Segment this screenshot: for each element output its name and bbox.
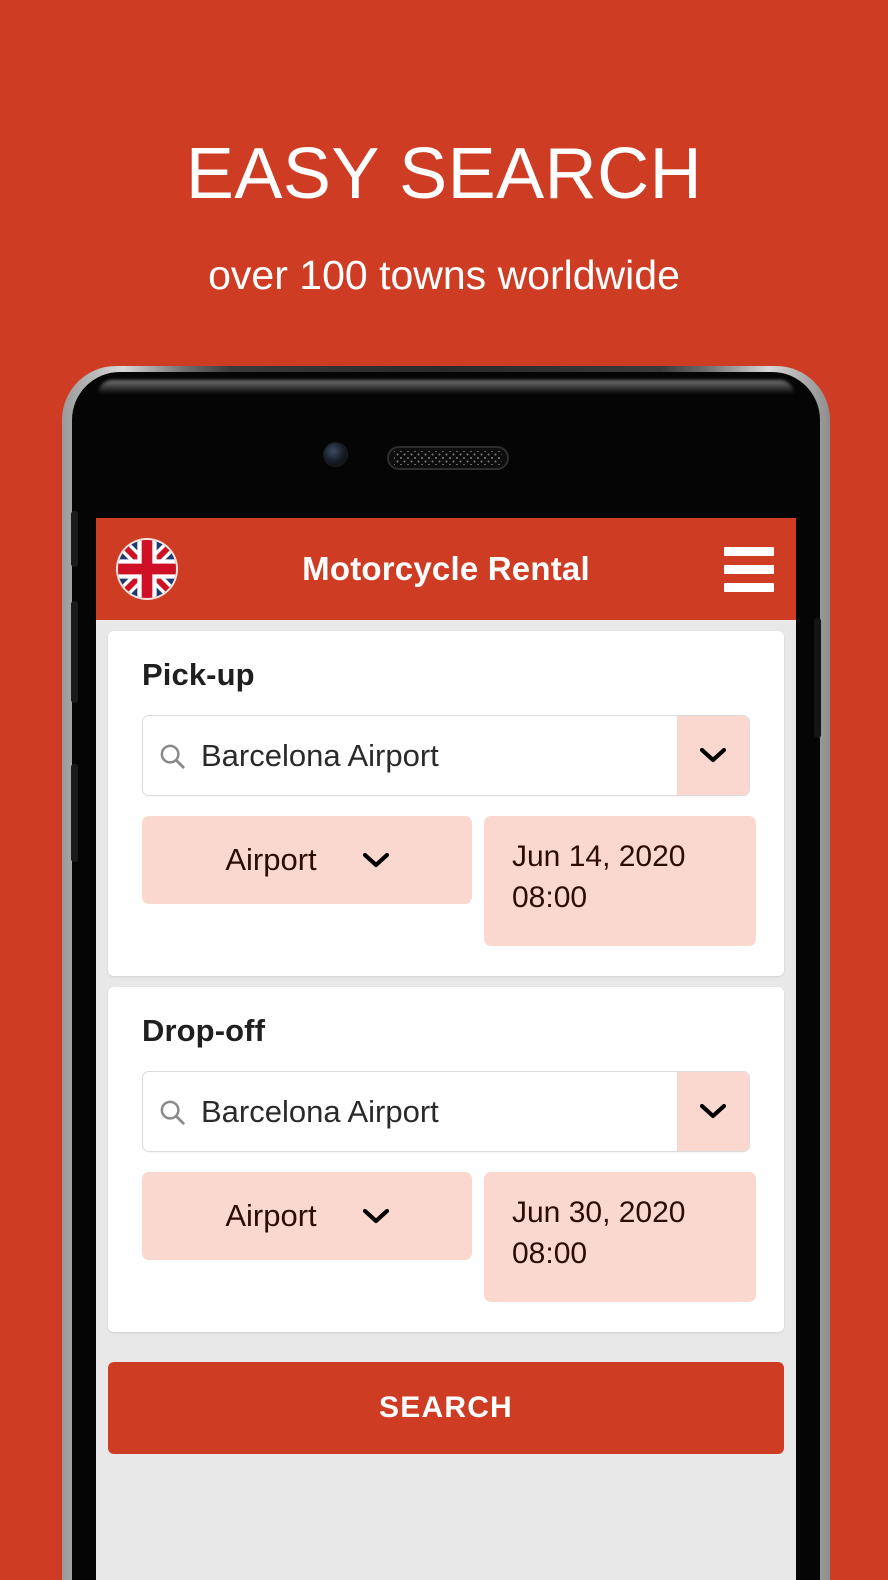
dropoff-type-value: Airport xyxy=(225,1198,317,1233)
hamburger-bar xyxy=(724,582,774,592)
dropoff-datetime-field[interactable]: Jun 30, 2020 08:00 xyxy=(484,1172,756,1302)
dropoff-type-select[interactable]: Airport xyxy=(142,1172,472,1260)
dropoff-time-value: 08:00 xyxy=(512,1236,588,1270)
phone-bezel-gloss xyxy=(98,380,794,394)
app-content: Pick-up Barcelona Airport Airport Jun 14… xyxy=(96,631,796,1454)
phone-mockup: Motorcycle Rental Pick-up Barcelona Airp… xyxy=(62,366,830,1580)
dropoff-title: Drop-off xyxy=(142,1013,266,1048)
pickup-time-value: 08:00 xyxy=(512,880,588,914)
hamburger-menu-icon[interactable] xyxy=(724,546,774,592)
hamburger-bar xyxy=(724,564,774,574)
phone-button-left-top xyxy=(71,511,78,567)
front-camera-icon xyxy=(324,443,347,466)
uk-flag-icon[interactable] xyxy=(118,540,176,598)
promo-banner: EASY SEARCH over 100 towns worldwide xyxy=(0,0,888,299)
phone-button-volume-up xyxy=(71,601,78,703)
phone-body: Motorcycle Rental Pick-up Barcelona Airp… xyxy=(71,372,821,1580)
phone-screen: Motorcycle Rental Pick-up Barcelona Airp… xyxy=(96,518,796,1580)
promo-title: EASY SEARCH xyxy=(185,134,703,214)
search-icon xyxy=(143,1097,201,1127)
dropoff-card: Drop-off Barcelona Airport Airport Jun 3… xyxy=(108,987,784,1332)
search-icon xyxy=(143,741,201,771)
dropoff-date-value: Jun 30, 2020 xyxy=(512,1196,686,1229)
pickup-date-value: Jun 14, 2020 xyxy=(512,840,686,873)
pickup-datetime-field[interactable]: Jun 14, 2020 08:00 xyxy=(484,816,756,946)
dropoff-type-chevron-down-icon xyxy=(362,1208,389,1224)
pickup-location-dropdown-chevron-down-icon[interactable] xyxy=(677,716,749,795)
pickup-type-select[interactable]: Airport xyxy=(142,816,472,904)
dropoff-location-dropdown-chevron-down-icon[interactable] xyxy=(677,1072,749,1151)
dropoff-options-row: Airport Jun 30, 2020 08:00 xyxy=(142,1172,756,1302)
pickup-options-row: Airport Jun 14, 2020 08:00 xyxy=(142,816,756,946)
hamburger-bar xyxy=(724,546,774,556)
search-button-container: SEARCH xyxy=(96,1332,796,1454)
dropoff-location-value[interactable]: Barcelona Airport xyxy=(201,1094,677,1130)
promo-subtitle: over 100 towns worldwide xyxy=(208,252,680,298)
pickup-location-value[interactable]: Barcelona Airport xyxy=(201,738,677,774)
app-bar: Motorcycle Rental xyxy=(96,518,796,620)
phone-button-power xyxy=(814,618,821,738)
search-button[interactable]: SEARCH xyxy=(108,1362,784,1454)
app-title: Motorcycle Rental xyxy=(302,550,590,587)
pickup-type-chevron-down-icon xyxy=(362,852,389,868)
pickup-type-value: Airport xyxy=(225,842,317,877)
dropoff-location-field[interactable]: Barcelona Airport xyxy=(142,1071,750,1152)
phone-button-volume-down xyxy=(71,764,78,862)
pickup-card: Pick-up Barcelona Airport Airport Jun 14… xyxy=(108,631,784,976)
pickup-location-field[interactable]: Barcelona Airport xyxy=(142,715,750,796)
earpiece-speaker-icon xyxy=(387,446,509,470)
pickup-title: Pick-up xyxy=(142,657,255,692)
